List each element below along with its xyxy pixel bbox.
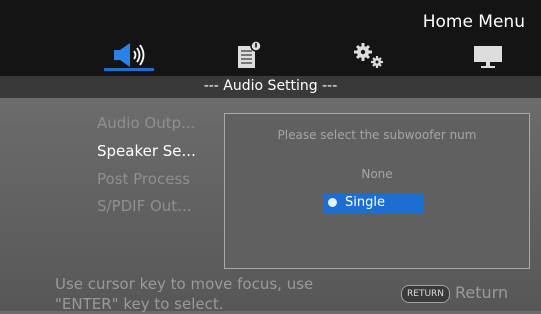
tab-audio[interactable]	[104, 40, 154, 70]
help-line-2: "ENTER" key to select.	[55, 295, 224, 313]
menu-title: Home Menu	[422, 12, 525, 32]
gears-icon	[354, 43, 383, 68]
info-document-icon	[238, 40, 262, 68]
help-text: Use cursor key to move focus, use "ENTER…	[55, 274, 313, 314]
tab-settings[interactable]	[350, 40, 390, 70]
speaker-icon	[114, 43, 145, 67]
menu-item-spdif-output[interactable]: S/PDIF Out...	[97, 197, 192, 215]
tab-information[interactable]	[233, 40, 267, 70]
monitor-icon	[474, 46, 502, 68]
tab-display[interactable]	[470, 40, 506, 70]
radio-selected-icon	[328, 198, 337, 207]
menu-item-post-process[interactable]: Post Process	[97, 170, 190, 188]
section-header: --- Audio Setting ---	[0, 76, 541, 98]
return-label: Return	[455, 283, 509, 302]
menu-item-audio-output[interactable]: Audio Outp...	[97, 114, 195, 132]
option-single[interactable]: Single	[323, 194, 424, 213]
section-title: --- Audio Setting ---	[203, 78, 338, 94]
menu-item-speaker-setting[interactable]: Speaker Se...	[97, 142, 196, 160]
dialog-prompt: Please select the subwoofer num	[277, 128, 477, 142]
subwoofer-select-dialog: Please select the subwoofer num None Sin…	[224, 113, 530, 269]
help-line-1: Use cursor key to move focus, use	[55, 275, 314, 293]
active-tab-indicator	[104, 68, 154, 71]
option-none[interactable]: None	[225, 167, 529, 181]
return-key-icon[interactable]: RETURN	[401, 285, 451, 303]
option-single-label: Single	[345, 195, 385, 210]
top-bar: Home Menu	[0, 0, 541, 76]
